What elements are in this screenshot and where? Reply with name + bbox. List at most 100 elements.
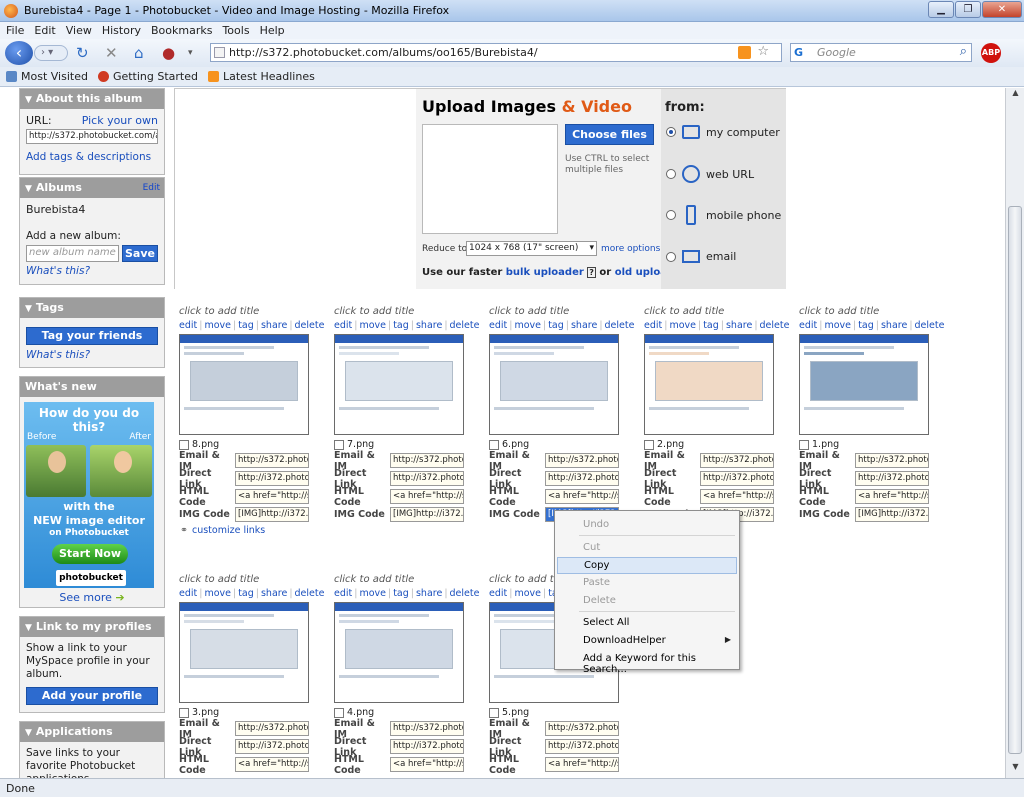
delete-link[interactable]: delete — [915, 320, 945, 331]
menu-bookmarks[interactable]: Bookmarks — [151, 24, 212, 37]
move-link[interactable]: move — [514, 588, 541, 599]
reduce-select[interactable]: 1024 x 768 (17" screen) ▾ — [466, 241, 597, 256]
edit-link[interactable]: edit — [489, 320, 507, 331]
tag-link[interactable]: tag — [393, 320, 409, 331]
link-code-field[interactable]: http://i372.photobu — [390, 471, 464, 486]
select-checkbox[interactable] — [799, 439, 809, 450]
tag-link[interactable]: tag — [703, 320, 719, 331]
link-code-field[interactable]: http://i372.photobu — [545, 471, 619, 486]
tags-header[interactable]: ▼ Tags — [20, 298, 164, 318]
album-url-field[interactable]: http://s372.photobucket.com/album — [26, 129, 158, 144]
pick-your-own-link[interactable]: Pick your own — [82, 114, 158, 127]
menu-view[interactable]: View — [66, 24, 92, 37]
link-code-field[interactable]: http://s372.photobu — [855, 453, 929, 468]
choose-files-button[interactable]: Choose files — [565, 124, 654, 145]
maximize-icon[interactable]: ❐ — [955, 1, 981, 18]
link-code-field[interactable]: <a href="http://s37 — [235, 489, 309, 504]
menu-cut[interactable]: Cut — [557, 540, 737, 557]
add-title-link[interactable]: click to add title — [334, 574, 488, 585]
add-title-link[interactable]: click to add title — [644, 306, 798, 317]
thumbnail-image[interactable] — [489, 334, 619, 435]
tag-link[interactable]: tag — [238, 588, 254, 599]
profiles-header[interactable]: ▼ Link to my profiles — [20, 617, 164, 637]
link-code-field[interactable]: [IMG]http://i372.ph — [855, 507, 929, 522]
link-code-field[interactable]: http://s372.photobu — [545, 721, 619, 736]
thumbnail-image[interactable] — [644, 334, 774, 435]
albums-header[interactable]: ▼ Albums Edit — [20, 178, 164, 198]
edit-link[interactable]: edit — [179, 320, 197, 331]
more-options-link[interactable]: more options — [601, 244, 660, 254]
select-checkbox[interactable] — [334, 439, 344, 450]
move-link[interactable]: move — [204, 320, 231, 331]
add-profile-button[interactable]: Add your profile — [26, 687, 158, 705]
link-code-field[interactable]: http://s372.photobu — [235, 721, 309, 736]
thumbnail-image[interactable] — [334, 334, 464, 435]
home-icon[interactable]: ⌂ — [134, 44, 144, 62]
link-code-field[interactable]: <a href="http://s37 — [855, 489, 929, 504]
radio-selected[interactable] — [666, 127, 676, 137]
thumbnail-image[interactable] — [799, 334, 929, 435]
menu-select-all[interactable]: Select All — [557, 615, 737, 632]
album-name[interactable]: Burebista4 — [26, 203, 158, 216]
move-link[interactable]: move — [359, 588, 386, 599]
image-editor-promo[interactable]: How do you do this? Before After with th… — [24, 402, 154, 588]
edit-link[interactable]: edit — [489, 588, 507, 599]
add-title-link[interactable]: click to add title — [179, 306, 333, 317]
link-code-field[interactable]: http://i372.photobu — [545, 739, 619, 754]
link-code-field[interactable]: http://i372.photobu — [700, 471, 774, 486]
addon-icon[interactable]: ● — [162, 44, 175, 62]
reload-icon[interactable]: ↻ — [76, 44, 89, 62]
tag-link[interactable]: tag — [548, 320, 564, 331]
adblock-icon[interactable]: ABP — [981, 43, 1001, 63]
delete-link[interactable]: delete — [760, 320, 790, 331]
bookmark-most-visited[interactable]: Most Visited — [6, 70, 88, 83]
link-code-field[interactable]: <a href="http://s37 — [545, 489, 619, 504]
add-title-link[interactable]: click to add title — [489, 306, 643, 317]
link-code-field[interactable]: <a href="http://s37 — [390, 757, 464, 772]
add-tags-link[interactable]: Add tags & descriptions — [26, 151, 158, 163]
edit-link[interactable]: edit — [334, 588, 352, 599]
thumbnail-image[interactable] — [179, 334, 309, 435]
menu-edit[interactable]: Edit — [34, 24, 55, 37]
add-title-link[interactable]: click to add title — [179, 574, 333, 585]
share-link[interactable]: share — [261, 588, 287, 599]
menu-downloadhelper[interactable]: DownloadHelper — [557, 633, 737, 650]
radio-unselected[interactable] — [666, 210, 676, 220]
select-checkbox[interactable] — [179, 439, 189, 450]
link-code-field[interactable]: http://s372.photobu — [700, 453, 774, 468]
minimize-icon[interactable]: ▁ — [928, 1, 954, 18]
address-bar[interactable]: http://s372.photobucket.com/albums/oo165… — [210, 43, 782, 62]
share-link[interactable]: share — [261, 320, 287, 331]
thumbnail-image[interactable] — [179, 602, 309, 703]
link-code-field[interactable]: http://s372.photobu — [545, 453, 619, 468]
share-link[interactable]: share — [726, 320, 752, 331]
google-icon[interactable]: G — [794, 46, 803, 59]
source-web-url[interactable]: web URL — [666, 165, 754, 183]
vertical-scrollbar[interactable]: ▲ ▼ — [1005, 88, 1024, 778]
tag-link[interactable]: tag — [393, 588, 409, 599]
move-link[interactable]: move — [514, 320, 541, 331]
thumbnail-image[interactable] — [334, 602, 464, 703]
move-link[interactable]: move — [204, 588, 231, 599]
link-code-field[interactable]: http://i372.photobu — [235, 471, 309, 486]
tags-whats-this-link[interactable]: What's this? — [26, 349, 158, 361]
bookmark-getting-started[interactable]: Getting Started — [97, 70, 198, 83]
edit-link[interactable]: edit — [179, 588, 197, 599]
edit-link[interactable]: edit — [644, 320, 662, 331]
add-title-link[interactable]: click to add title — [334, 306, 488, 317]
tag-link[interactable]: tag — [858, 320, 874, 331]
start-now-button[interactable]: Start Now — [52, 544, 128, 564]
menu-paste[interactable]: Paste — [557, 575, 737, 592]
albums-whats-this-link[interactable]: What's this? — [26, 265, 158, 277]
source-email[interactable]: email — [666, 250, 736, 263]
select-checkbox[interactable] — [644, 439, 654, 450]
link-code-field[interactable]: <a href="http://s37 — [700, 489, 774, 504]
bulk-uploader-link[interactable]: bulk uploader — [506, 267, 584, 278]
tag-link[interactable]: tag — [238, 320, 254, 331]
bookmark-latest-headlines[interactable]: Latest Headlines — [208, 70, 315, 83]
link-code-field[interactable]: [IMG]http://i372.ph — [235, 507, 309, 522]
back-arrow-icon[interactable]: ‹ — [5, 41, 33, 65]
link-code-field[interactable]: <a href="http://s37 — [545, 757, 619, 772]
link-code-field[interactable]: [IMG]http://i372.ph — [390, 507, 464, 522]
move-link[interactable]: move — [824, 320, 851, 331]
